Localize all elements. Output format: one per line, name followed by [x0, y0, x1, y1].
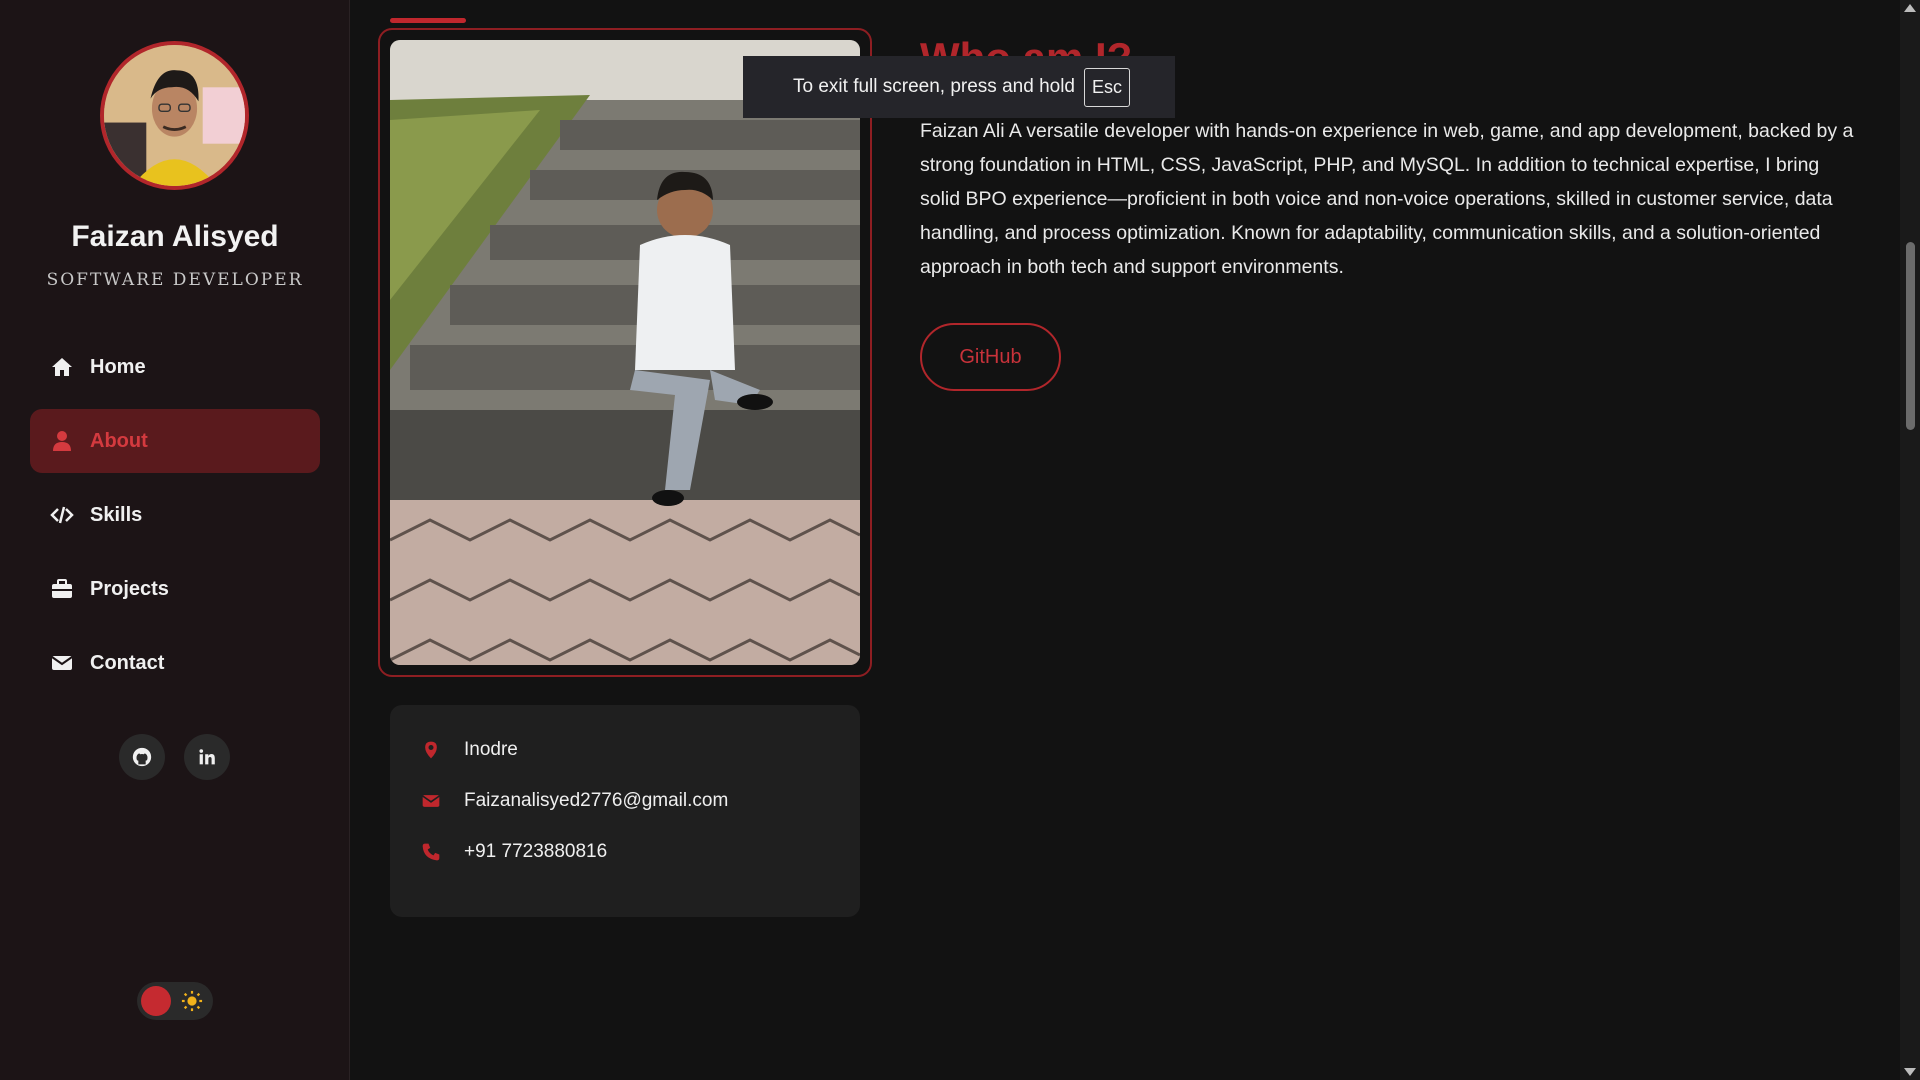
profile-name: Faizan Alisyed [71, 220, 279, 253]
code-icon [50, 503, 74, 527]
info-location: Inodre [420, 739, 518, 761]
about-text: Faizan Ali A versatile developer with ha… [920, 120, 1854, 278]
profile-photo [390, 40, 860, 665]
nav-label-home: Home [90, 355, 146, 378]
nav-label-about: About [90, 429, 148, 452]
profile-photo-frame [378, 28, 872, 677]
esc-key: Esc [1084, 67, 1131, 107]
accent-line [390, 18, 466, 23]
sun-icon [181, 990, 203, 1012]
fullscreen-notice-text: To exit full screen, press and hold [793, 76, 1075, 97]
sidebar: Faizan Alisyed SOFTWARE DEVELOPER Home A… [0, 0, 350, 1080]
toggle-knob [141, 986, 171, 1016]
scrollbar[interactable] [1900, 0, 1920, 1080]
home-icon [50, 355, 74, 379]
github-button[interactable]: GitHub [920, 323, 1061, 391]
scroll-thumb[interactable] [1906, 242, 1915, 430]
linkedin-icon [199, 749, 215, 765]
nav-item-projects[interactable]: Projects [30, 557, 320, 621]
info-phone: +91 7723880816 [420, 841, 607, 863]
scroll-down-arrow-icon[interactable] [1904, 1068, 1916, 1076]
info-email: Faizanalisyed2776@gmail.com [420, 790, 728, 812]
avatar-image [104, 45, 245, 186]
phone-text: +91 7723880816 [464, 841, 608, 862]
nav-item-skills[interactable]: Skills [30, 483, 320, 547]
avatar [100, 41, 249, 190]
nav-label-projects: Projects [90, 577, 169, 600]
envelope-icon [50, 651, 74, 675]
nav-label-skills: Skills [90, 503, 143, 526]
email-text: Faizanalisyed2776@gmail.com [464, 790, 729, 811]
profile-role: SOFTWARE DEVELOPER [46, 270, 304, 290]
location-text: Inodre [464, 739, 518, 760]
scroll-up-arrow-icon[interactable] [1904, 4, 1916, 12]
github-link[interactable] [119, 734, 165, 780]
user-icon [50, 429, 74, 453]
github-icon [132, 747, 152, 767]
envelope-icon [420, 790, 442, 812]
contact-info-card: Inodre Faizanalisyed2776@gmail.com +91 7… [390, 705, 860, 917]
nav-item-contact[interactable]: Contact [30, 631, 320, 695]
nav-item-home[interactable]: Home [30, 335, 320, 399]
phone-icon [420, 841, 442, 863]
theme-toggle[interactable] [137, 982, 213, 1020]
map-pin-icon [420, 739, 442, 761]
nav-label-contact: Contact [90, 651, 165, 674]
briefcase-icon [50, 577, 74, 601]
linkedin-link[interactable] [184, 734, 230, 780]
fullscreen-exit-notice: To exit full screen, press and hold Esc [743, 56, 1175, 118]
nav-item-about[interactable]: About [30, 409, 320, 473]
